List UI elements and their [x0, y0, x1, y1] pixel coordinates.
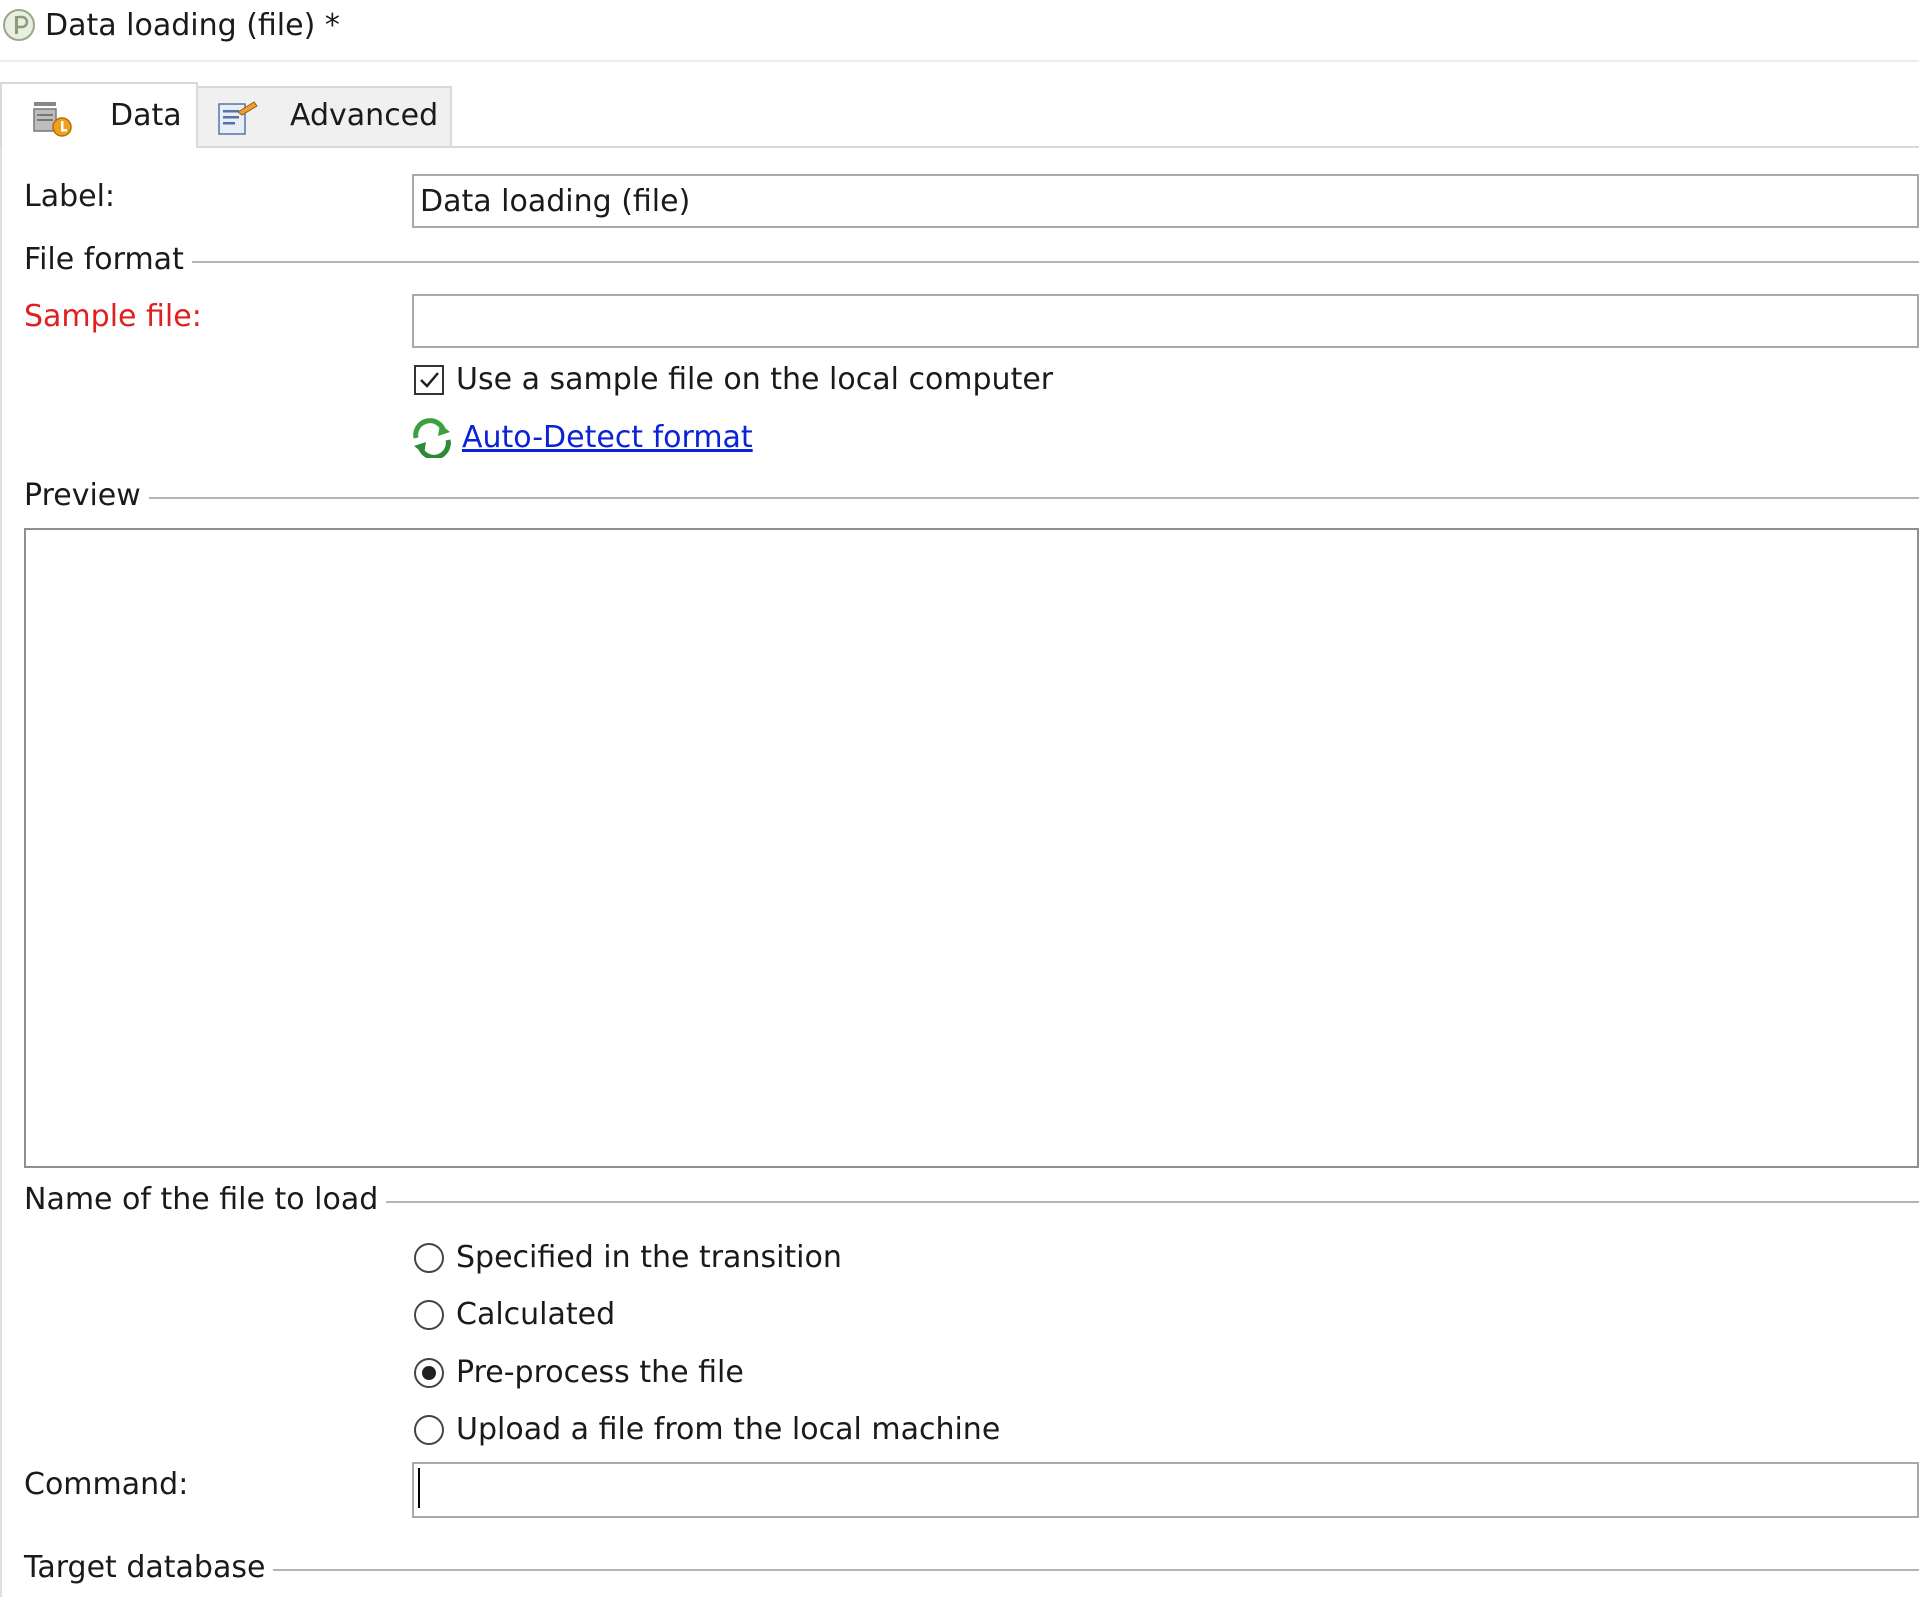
panel-left-border [0, 148, 2, 1597]
target-database-section: Target database [24, 1550, 1919, 1590]
sample-file-label: Sample file: [24, 299, 202, 334]
label-input[interactable] [412, 174, 1919, 228]
preview-title: Preview [24, 478, 149, 514]
tab-advanced-label: Advanced [290, 98, 439, 133]
command-input[interactable] [412, 1462, 1919, 1518]
label-field-label: Label: [24, 179, 116, 214]
use-local-sample-checkbox[interactable] [414, 365, 444, 395]
use-local-sample-label: Use a sample file on the local computer [456, 362, 1054, 397]
command-label: Command: [24, 1467, 189, 1502]
tabstrip-divider [0, 146, 1919, 148]
window-titlebar: Data loading (file) * [0, 0, 1919, 62]
tab-advanced[interactable]: Advanced [198, 86, 452, 146]
file-format-title: File format [24, 242, 192, 278]
radio-pre-process-file-label: Pre-process the file [456, 1355, 744, 1390]
preview-section: Preview [24, 478, 1919, 518]
file-format-section: File format [24, 242, 1919, 282]
radio-pre-process-file[interactable] [414, 1358, 444, 1388]
target-database-title: Target database [24, 1550, 274, 1586]
workflow-activity-icon [3, 9, 35, 41]
radio-upload-local-file[interactable] [414, 1415, 444, 1445]
advanced-settings-icon [218, 101, 258, 135]
preview-area[interactable] [24, 528, 1919, 1168]
file-to-load-section: Name of the file to load [24, 1182, 1919, 1222]
checkmark-icon [420, 372, 439, 388]
refresh-icon [413, 418, 451, 458]
command-input-wrapper [412, 1462, 1919, 1518]
radio-specified-in-transition-label: Specified in the transition [456, 1240, 842, 1275]
sample-file-input[interactable] [412, 294, 1919, 348]
file-to-load-title: Name of the file to load [24, 1182, 387, 1218]
radio-calculated-label: Calculated [456, 1297, 616, 1332]
radio-specified-in-transition[interactable] [414, 1243, 444, 1273]
radio-calculated[interactable] [414, 1300, 444, 1330]
radio-upload-local-file-label: Upload a file from the local machine [456, 1412, 1001, 1447]
text-cursor [418, 1468, 420, 1508]
auto-detect-format-link[interactable]: Auto-Detect format [462, 420, 753, 456]
data-load-icon [33, 102, 72, 137]
tab-data-label: Data [110, 98, 182, 133]
window-title: Data loading (file) * [45, 8, 340, 43]
tab-data[interactable]: Data [0, 82, 198, 148]
